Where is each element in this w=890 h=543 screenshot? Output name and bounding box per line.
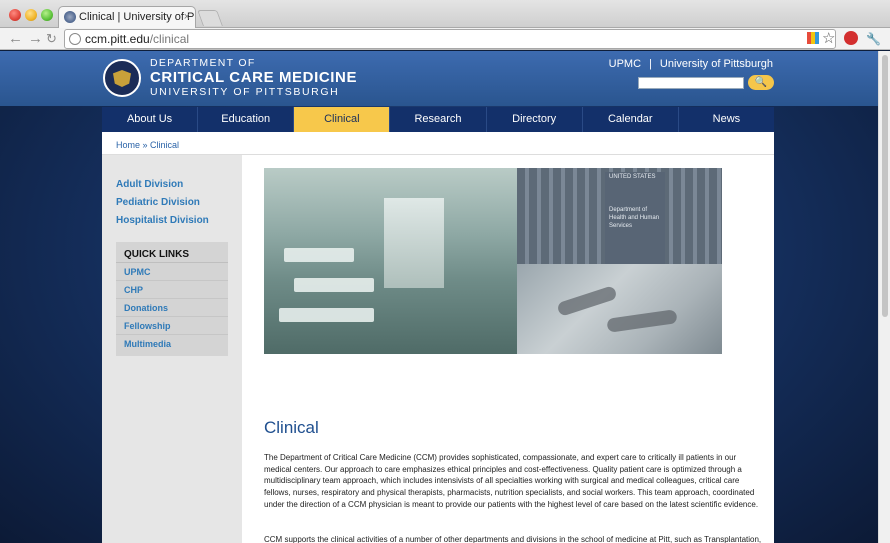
hhs-sign-line-2: Department of Health and Human Services xyxy=(609,207,660,229)
site-logo-text[interactable]: DEPARTMENT OF CRITICAL CARE MEDICINE UNI… xyxy=(150,57,357,99)
browser-toolbar: ← → ↻ ccm.pitt.edu/clinical ☆ 🔧 xyxy=(0,28,890,50)
address-bar[interactable]: ccm.pitt.edu/clinical xyxy=(64,29,836,49)
sidebar-item-hospitalist-division[interactable]: Hospitalist Division xyxy=(116,215,209,226)
sidebar-item-adult-division[interactable]: Adult Division xyxy=(116,179,183,190)
nav-research[interactable]: Research xyxy=(390,107,487,132)
main-navigation: About Us Education Clinical Research Dir… xyxy=(102,107,774,132)
tab-close-icon[interactable]: × xyxy=(184,7,190,27)
wrench-icon[interactable]: 🔧 xyxy=(866,29,881,49)
hhs-sign: UNITED STATES Department of Health and H… xyxy=(605,172,665,264)
hhs-sign-line-1: UNITED STATES xyxy=(609,174,656,180)
bed-shape xyxy=(284,248,354,262)
bed-shape xyxy=(279,308,374,322)
quick-link-chp[interactable]: CHP xyxy=(116,281,228,299)
nav-clinical[interactable]: Clinical xyxy=(294,107,391,132)
search-input[interactable] xyxy=(638,77,744,89)
bookmark-star-icon[interactable]: ☆ xyxy=(822,29,835,49)
url-path: /clinical xyxy=(149,32,190,46)
new-tab-button[interactable] xyxy=(197,10,223,26)
hero-image-collage: UNITED STATES Department of Health and H… xyxy=(264,168,722,354)
hospital-corridor-photo xyxy=(264,168,517,354)
tab-title: Clinical | University of Pittsb xyxy=(79,11,195,23)
scrollbar-thumb[interactable] xyxy=(882,55,888,317)
header-links: UPMC | University of Pittsburgh xyxy=(609,58,773,70)
quick-link-fellowship[interactable]: Fellowship xyxy=(116,317,228,335)
nav-calendar[interactable]: Calendar xyxy=(583,107,679,132)
forward-arrow-icon[interactable]: → xyxy=(28,29,43,49)
nav-directory[interactable]: Directory xyxy=(487,107,583,132)
back-arrow-icon[interactable]: ← xyxy=(8,29,23,49)
search-button[interactable]: 🔍 xyxy=(748,75,774,90)
browser-tab-clinical[interactable]: Clinical | University of Pittsb × xyxy=(58,6,196,28)
site-header: DEPARTMENT OF CRITICAL CARE MEDICINE UNI… xyxy=(0,51,878,106)
intro-paragraph: The Department of Critical Care Medicine… xyxy=(264,453,759,509)
logo-line-2: CRITICAL CARE MEDICINE xyxy=(150,69,358,86)
url-host: ccm.pitt.edu xyxy=(85,32,150,46)
page-scrollbar[interactable] xyxy=(878,51,890,543)
upmc-header-link[interactable]: UPMC xyxy=(609,58,641,70)
sidebar: Adult Division Pediatric Division Hospit… xyxy=(102,155,242,543)
browser-tab-bar: Clinical | University of Pittsb × xyxy=(0,0,890,28)
university-seal-logo[interactable] xyxy=(103,59,141,97)
hand-shape xyxy=(606,309,678,333)
map-hands-photo xyxy=(517,264,722,354)
minimize-window-button[interactable] xyxy=(25,9,37,21)
sidebar-item-pediatric-division[interactable]: Pediatric Division xyxy=(116,197,200,208)
pitt-header-link[interactable]: University of Pittsburgh xyxy=(660,58,773,70)
logo-line-1: DEPARTMENT OF xyxy=(150,57,256,69)
nav-education[interactable]: Education xyxy=(198,107,295,132)
content-area: Home » Clinical Adult Division Pediatric… xyxy=(102,132,774,543)
quick-link-multimedia[interactable]: Multimedia xyxy=(116,335,228,353)
adblock-icon[interactable] xyxy=(844,31,858,45)
globe-icon xyxy=(69,33,81,45)
logo-line-3: UNIVERSITY OF PITTSBURGH xyxy=(150,86,340,98)
corridor-shape xyxy=(384,198,444,288)
nav-about-us[interactable]: About Us xyxy=(102,107,199,132)
close-window-button[interactable] xyxy=(9,9,21,21)
quick-link-donations[interactable]: Donations xyxy=(116,299,228,317)
pitt-favicon-icon xyxy=(64,11,76,23)
web-page: DEPARTMENT OF CRITICAL CARE MEDICINE UNI… xyxy=(0,51,878,543)
hand-shape xyxy=(556,285,618,317)
quick-link-upmc[interactable]: UPMC xyxy=(116,263,228,281)
quick-links-heading: QUICK LINKS xyxy=(116,242,228,263)
extension-icon[interactable] xyxy=(807,32,819,44)
nav-news[interactable]: News xyxy=(679,107,774,132)
breadcrumb[interactable]: Home » Clinical xyxy=(116,140,179,150)
support-paragraph: CCM supports the clinical activities of … xyxy=(264,535,762,543)
link-separator: | xyxy=(649,58,652,70)
bed-shape xyxy=(294,278,374,292)
page-title: Clinical xyxy=(264,418,319,437)
quick-links-box: QUICK LINKS UPMC CHP Donations Fellowshi… xyxy=(116,242,228,356)
zoom-window-button[interactable] xyxy=(41,9,53,21)
reload-icon[interactable]: ↻ xyxy=(46,29,57,49)
search-icon: 🔍 xyxy=(754,77,768,88)
